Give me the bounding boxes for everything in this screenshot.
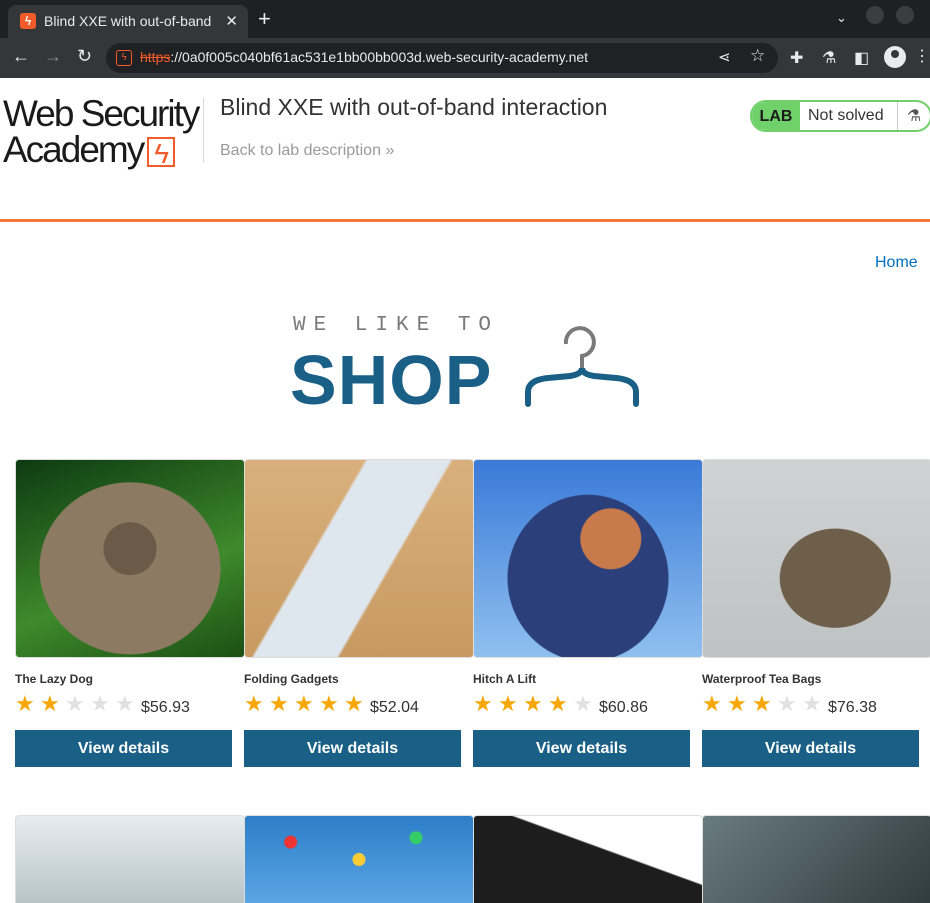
lab-label: LAB [752, 102, 800, 130]
header-divider [203, 98, 204, 162]
product-name: The Lazy Dog [15, 672, 94, 686]
tab-title: Blind XXE with out-of-band interaction [44, 13, 216, 29]
academy-header: Web Security Academy Blind XXE with out-… [0, 78, 930, 222]
product-image [473, 815, 703, 903]
product-price: $76.38 [828, 699, 877, 716]
star-rating: ★ ★ ★ ★ ★ [473, 691, 593, 716]
product-name: Folding Gadgets [244, 672, 339, 686]
view-details-button[interactable]: View details [15, 730, 232, 767]
url-text[interactable]: https://0a0f005c040bf61ac531e1bb00bb003d… [140, 49, 588, 65]
address-bar[interactable]: ϟ https://0a0f005c040bf61ac531e1bb00bb00… [106, 43, 778, 73]
maximize-button[interactable] [896, 6, 914, 24]
view-details-button[interactable]: View details [702, 730, 919, 767]
product-image [702, 459, 930, 658]
menu-icon[interactable]: ⋮ [914, 46, 930, 66]
flask-icon: ⚗ [897, 102, 930, 130]
product-image [473, 459, 703, 658]
double-chevron-right-icon: » [385, 142, 395, 159]
product-price: $56.93 [141, 699, 190, 716]
forward-arrow-icon[interactable]: → [44, 46, 62, 67]
bookmark-star-icon[interactable]: ☆ [750, 46, 765, 66]
product-card: The Lazy Dog ★ ★ ★ ★ ★ $56.93 View details [15, 459, 245, 767]
product-price: $52.04 [370, 699, 419, 716]
product-image [702, 815, 930, 903]
product-image [15, 815, 245, 903]
bolt-icon [147, 136, 176, 172]
minimize-button[interactable] [866, 6, 884, 24]
home-link[interactable]: Home [875, 254, 918, 272]
lab-status-badge: LAB Not solved ⚗ [750, 100, 930, 132]
academy-logo[interactable]: Web Security Academy [3, 95, 203, 172]
product-image [15, 459, 245, 658]
star-rating: ★ ★ ★ ★ ★ [702, 691, 822, 716]
site-info-icon[interactable]: ϟ [116, 50, 132, 66]
hanger-icon [525, 326, 639, 407]
lab-status-text: Not solved [808, 107, 884, 124]
chevron-down-icon[interactable]: ⌄ [836, 10, 847, 26]
close-tab-icon[interactable]: ✕ [225, 12, 238, 30]
browser-tab[interactable]: ϟ Blind XXE with out-of-band interaction… [8, 5, 248, 38]
product-price: $60.86 [599, 699, 648, 716]
product-image [244, 459, 474, 658]
new-tab-icon[interactable]: + [258, 6, 271, 32]
product-name: Waterproof Tea Bags [702, 672, 822, 686]
view-details-button[interactable]: View details [473, 730, 690, 767]
reload-icon[interactable]: ↻ [77, 46, 92, 67]
star-rating: ★ ★ ★ ★ ★ [244, 691, 364, 716]
profile-avatar-icon[interactable] [884, 46, 906, 68]
product-image [244, 815, 474, 903]
product-card: Waterproof Tea Bags ★ ★ ★ ★ ★ $76.38 View de… [702, 459, 930, 767]
side-panel-icon[interactable]: ◧ [854, 48, 869, 68]
hero-tagline: WE LIKE TO [293, 314, 500, 337]
product-name: Hitch A Lift [473, 672, 537, 686]
lightning-icon: ϟ [20, 13, 36, 29]
back-arrow-icon[interactable]: ← [12, 46, 30, 67]
star-rating: ★ ★ ★ ★ ★ [15, 691, 135, 716]
extensions-icon[interactable]: ✚ [790, 48, 803, 68]
view-details-button[interactable]: View details [244, 730, 461, 767]
browser-toolbar: ← → ↻ ϟ https://0a0f005c040bf61ac531e1bb… [0, 38, 930, 78]
shop-hero-logo: WE LIKE TO SHOP [290, 312, 650, 419]
lab-title: Blind XXE with out-of-band interaction [220, 94, 608, 120]
share-icon[interactable]: ⋖ [718, 48, 731, 66]
browser-tab-bar: ϟ Blind XXE with out-of-band interaction… [0, 0, 930, 38]
back-to-lab-link[interactable]: Back to lab description » [220, 142, 394, 160]
product-card: Hitch A Lift ★ ★ ★ ★ ★ $60.86 View details [473, 459, 703, 767]
hero-shop-text: SHOP [290, 341, 493, 419]
product-card: Folding Gadgets ★ ★ ★ ★ ★ $52.04 View detail… [244, 459, 474, 767]
flask-icon[interactable]: ⚗ [822, 48, 836, 68]
